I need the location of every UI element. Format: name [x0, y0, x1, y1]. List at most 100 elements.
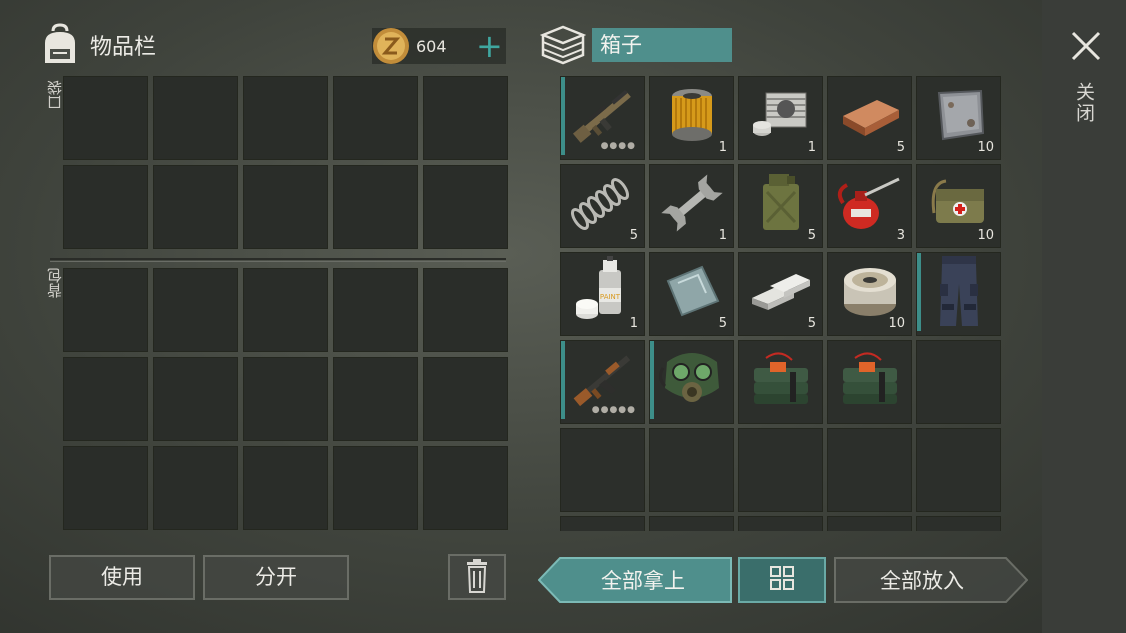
backpack-slot[interactable] [333, 357, 418, 441]
item-quantity: 5 [629, 228, 638, 243]
item-quantity: 1 [807, 140, 816, 155]
pocket-grid [63, 76, 508, 249]
pocket-slot[interactable] [243, 76, 328, 160]
pocket-slot[interactable] [63, 76, 148, 160]
use-button[interactable]: 使用 [49, 555, 195, 600]
pocket-slot[interactable] [423, 76, 508, 160]
item-quantity: 10 [977, 228, 994, 243]
backpack-slot[interactable] [153, 446, 238, 530]
aluminum-bars-icon [751, 273, 810, 310]
box-slot[interactable]: PAINT 1 [560, 252, 645, 336]
box-slot[interactable] [649, 428, 734, 512]
pocket-slot[interactable] [63, 165, 148, 249]
inventory-title: 物品栏 [90, 35, 157, 60]
box-slot[interactable] [649, 516, 734, 531]
box-slot[interactable]: 5 [827, 76, 912, 160]
backpack-slot[interactable] [423, 268, 508, 352]
backpack-slot[interactable] [243, 446, 328, 530]
backpack-slot[interactable] [333, 446, 418, 530]
section-divider-highlight [50, 261, 506, 262]
box-slot[interactable] [827, 340, 912, 424]
box-slot[interactable] [738, 516, 823, 531]
box-slot[interactable] [916, 428, 1001, 512]
backpack-slot[interactable] [63, 446, 148, 530]
box-slot[interactable] [738, 428, 823, 512]
box-slot[interactable]: 10 [916, 76, 1001, 160]
add-coins-button[interactable]: + [476, 30, 503, 62]
box-slot[interactable]: 5 [738, 164, 823, 248]
backpack-label: 背包 [46, 268, 64, 298]
take-all-button[interactable]: 全部拿上 [538, 557, 732, 603]
trash-icon [467, 559, 487, 593]
pocket-slot[interactable] [423, 165, 508, 249]
box-stack-icon [540, 25, 586, 65]
section-divider [50, 258, 506, 260]
close-icon[interactable] [1070, 30, 1102, 62]
box-slot[interactable] [916, 252, 1001, 336]
box-slot[interactable] [827, 428, 912, 512]
pocket-label: 口袋 [46, 80, 64, 110]
item-quantity: 10 [888, 316, 905, 331]
engine-cylinder-icon [752, 92, 806, 136]
box-slot[interactable]: 5 [560, 164, 645, 248]
backpack-slot[interactable] [423, 357, 508, 441]
box-slot[interactable]: ●●●● [560, 76, 645, 160]
spring-icon [570, 177, 629, 230]
pocket-slot[interactable] [243, 165, 328, 249]
durability-dots: ●●●● [600, 141, 636, 151]
close-label[interactable]: 关闭 [1073, 82, 1098, 124]
box-slot[interactable]: 1 [649, 76, 734, 160]
put-all-button[interactable]: 全部放入 [834, 557, 1028, 603]
wire-spool-icon [843, 267, 896, 316]
backpack-slot[interactable] [153, 268, 238, 352]
box-slot[interactable] [916, 340, 1001, 424]
pocket-slot[interactable] [153, 76, 238, 160]
pocket-slot[interactable] [333, 165, 418, 249]
pocket-slot[interactable] [333, 76, 418, 160]
box-slot[interactable]: 5 [738, 252, 823, 336]
backpack-slot[interactable] [333, 268, 418, 352]
split-button[interactable]: 分开 [203, 555, 349, 600]
box-slot[interactable] [827, 516, 912, 531]
box-title: 箱子 [592, 28, 732, 62]
box-slot[interactable]: ●●●●● [560, 340, 645, 424]
box-slot[interactable] [649, 340, 734, 424]
item-quantity: 1 [718, 140, 727, 155]
item-quantity: 1 [629, 316, 638, 331]
box-slot[interactable]: 3 [827, 164, 912, 248]
backpack-slot[interactable] [243, 268, 328, 352]
item-quantity: 5 [896, 140, 905, 155]
backpack-slot[interactable] [63, 268, 148, 352]
box-grid: ●●●● 1 1 5 10 5 1 5 3 10 PAINT 1 5 5 10 … [560, 76, 1004, 531]
box-slot[interactable] [560, 516, 645, 531]
coin-icon [373, 28, 409, 64]
box-slot[interactable] [560, 428, 645, 512]
pocket-slot[interactable] [153, 165, 238, 249]
assault-rifle-icon [572, 89, 631, 143]
box-slot[interactable] [916, 516, 1001, 531]
backpack-grid [63, 268, 508, 530]
glass-pane-icon [666, 265, 719, 317]
box-slot[interactable]: 10 [827, 252, 912, 336]
box-slot[interactable]: 1 [649, 164, 734, 248]
put-all-label: 全部放入 [880, 569, 964, 593]
backpack-slot[interactable] [243, 357, 328, 441]
trash-button[interactable] [448, 554, 506, 600]
coin-count: 604 [416, 36, 447, 56]
item-quantity: 5 [807, 228, 816, 243]
box-slot[interactable]: 1 [738, 76, 823, 160]
backpack-slot[interactable] [63, 357, 148, 441]
item-quantity: 3 [896, 228, 905, 243]
c4-explosive-icon [753, 352, 808, 404]
box-slot[interactable]: 10 [916, 164, 1001, 248]
ak-rifle-icon [573, 355, 630, 406]
box-header: 箱子 [540, 22, 732, 68]
box-slot[interactable] [738, 340, 823, 424]
box-slot[interactable]: 5 [649, 252, 734, 336]
coin-balance: 604 + [372, 28, 506, 64]
backpack-slot[interactable] [153, 357, 238, 441]
oil-can-icon [837, 177, 900, 229]
wrench-icon [660, 174, 723, 232]
sort-button[interactable] [738, 557, 826, 603]
backpack-slot[interactable] [423, 446, 508, 530]
